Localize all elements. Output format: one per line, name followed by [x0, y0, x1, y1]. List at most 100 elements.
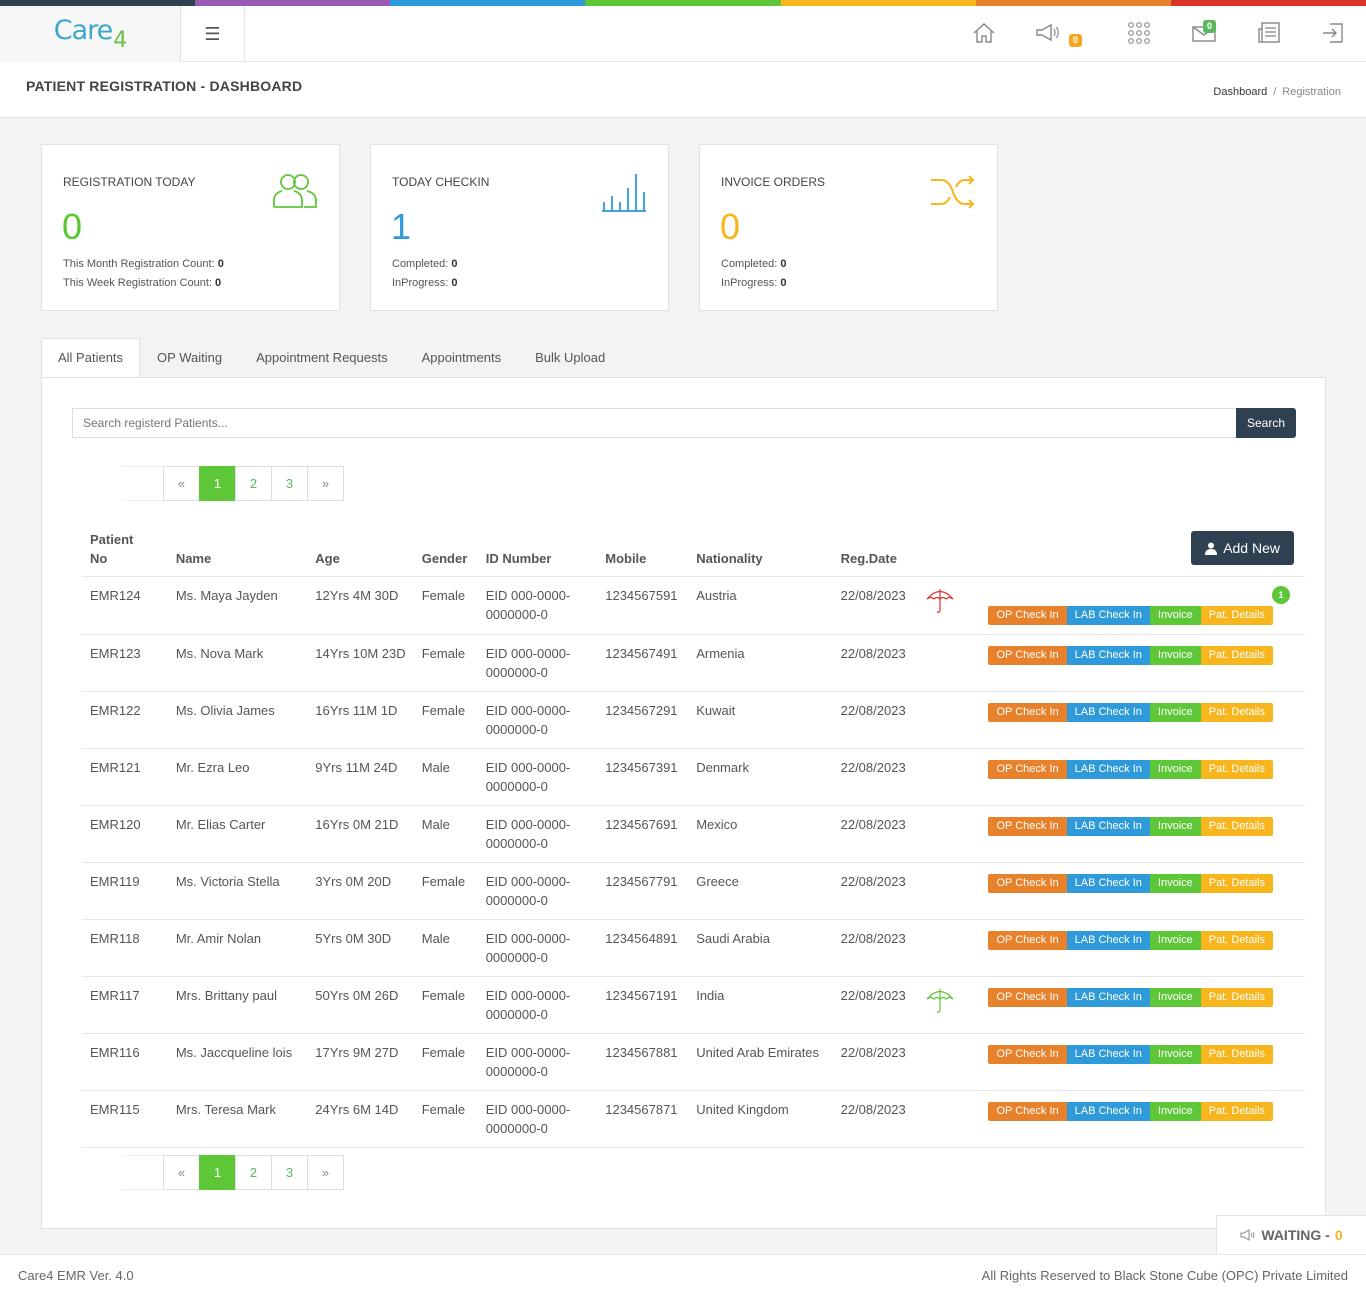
pagination-page-2[interactable]: 2: [235, 466, 272, 501]
lab-check-in-button[interactable]: LAB Check In: [1066, 760, 1150, 779]
op-check-in-button[interactable]: OP Check In: [988, 931, 1067, 950]
invoice-button[interactable]: Invoice: [1149, 1102, 1201, 1121]
patient-details-button[interactable]: Pat. Details: [1200, 874, 1273, 893]
op-check-in-button[interactable]: OP Check In: [988, 760, 1067, 779]
announcements-badge: 0: [1069, 34, 1083, 47]
invoice-button[interactable]: Invoice: [1149, 931, 1201, 950]
cell-insurance: [916, 691, 981, 749]
invoice-button[interactable]: Invoice: [1149, 760, 1201, 779]
lab-check-in-button[interactable]: LAB Check In: [1066, 606, 1150, 625]
cell-reg-date: 22/08/2023: [832, 748, 917, 806]
invoice-button[interactable]: Invoice: [1149, 988, 1201, 1007]
search-input[interactable]: [72, 408, 1236, 438]
search-button[interactable]: Search: [1236, 408, 1296, 438]
apps-grid-icon[interactable]: [1126, 20, 1152, 46]
invoice-button[interactable]: Invoice: [1149, 703, 1201, 722]
cell-gender: Female: [413, 634, 478, 692]
lab-check-in-button[interactable]: LAB Check In: [1066, 817, 1150, 836]
logo[interactable]: Care4: [0, 6, 181, 62]
col-mobile: Mobile: [597, 530, 689, 577]
cell-gender: Female: [413, 1090, 478, 1148]
waiting-count: 0: [1334, 1227, 1343, 1243]
cell-reg-date: 22/08/2023: [832, 634, 917, 692]
cell-actions: OP Check In LAB Check In Invoice Pat. De…: [980, 862, 1305, 920]
patient-details-button[interactable]: Pat. Details: [1200, 646, 1273, 665]
cell-id-number: EID 000-0000- 0000000-0: [477, 862, 598, 920]
pagination-page-2[interactable]: 2: [235, 1155, 272, 1190]
hamburger-icon[interactable]: ☰: [181, 6, 245, 62]
lab-check-in-button[interactable]: LAB Check In: [1066, 931, 1150, 950]
pagination-page-3[interactable]: 3: [271, 466, 308, 501]
op-check-in-button[interactable]: OP Check In: [988, 817, 1067, 836]
cell-nationality: India: [688, 976, 833, 1034]
tab-op-waiting[interactable]: OP Waiting: [140, 338, 239, 378]
news-icon[interactable]: [1256, 20, 1282, 46]
insurance-umbrella-icon[interactable]: [925, 986, 955, 1014]
pagination-page-1[interactable]: 1: [199, 1155, 236, 1190]
tab-appointment-requests[interactable]: Appointment Requests: [239, 338, 405, 378]
pagination-page-3[interactable]: 3: [271, 1155, 308, 1190]
lab-check-in-button[interactable]: LAB Check In: [1066, 646, 1150, 665]
table-row: EMR115 Mrs. Teresa Mark 24Yrs 6M 14D Fem…: [82, 1090, 1305, 1148]
cell-id-number: EID 000-0000- 0000000-0: [477, 976, 598, 1034]
cell-id-number: EID 000-0000- 0000000-0: [477, 1033, 598, 1091]
invoice-button[interactable]: Invoice: [1149, 646, 1201, 665]
patient-details-button[interactable]: Pat. Details: [1200, 988, 1273, 1007]
invoice-button[interactable]: Invoice: [1149, 874, 1201, 893]
pagination-next[interactable]: »: [307, 466, 344, 501]
cell-nationality: Saudi Arabia: [688, 919, 833, 977]
pagination-prev[interactable]: «: [163, 1155, 200, 1190]
tab-bulk-upload[interactable]: Bulk Upload: [518, 338, 622, 378]
cell-insurance: [916, 1090, 981, 1148]
patient-details-button[interactable]: Pat. Details: [1200, 760, 1273, 779]
op-check-in-button[interactable]: OP Check In: [988, 606, 1067, 625]
pagination-next[interactable]: »: [307, 1155, 344, 1190]
breadcrumb-dashboard[interactable]: Dashboard: [1213, 86, 1267, 98]
logout-icon[interactable]: [1320, 20, 1346, 46]
home-icon[interactable]: [971, 20, 997, 46]
cell-mobile: 1234567491: [597, 634, 689, 692]
patient-details-button[interactable]: Pat. Details: [1200, 606, 1273, 625]
invoice-button[interactable]: Invoice: [1149, 1045, 1201, 1064]
cell-age: 16Yrs 0M 21D: [307, 805, 414, 863]
table-row: EMR121 Mr. Ezra Leo 9Yrs 11M 24D Male EI…: [82, 748, 1305, 806]
op-check-in-button[interactable]: OP Check In: [988, 703, 1067, 722]
patient-details-button[interactable]: Pat. Details: [1200, 817, 1273, 836]
cell-id-number: EID 000-0000- 0000000-0: [477, 691, 598, 749]
lab-check-in-button[interactable]: LAB Check In: [1066, 1102, 1150, 1121]
cell-id-number: EID 000-0000- 0000000-0: [477, 1090, 598, 1148]
patient-details-button[interactable]: Pat. Details: [1200, 1045, 1273, 1064]
waiting-widget[interactable]: WAITING - 0: [1216, 1215, 1366, 1255]
cell-nationality: United Arab Emirates: [688, 1033, 833, 1091]
op-check-in-button[interactable]: OP Check In: [988, 1102, 1067, 1121]
cell-age: 5Yrs 0M 30D: [307, 919, 414, 977]
cell-name: Mrs. Teresa Mark: [167, 1090, 308, 1148]
op-check-in-button[interactable]: OP Check In: [988, 874, 1067, 893]
insurance-umbrella-icon[interactable]: [925, 586, 955, 614]
cell-actions: 1 OP Check In LAB Check In Invoice Pat. …: [980, 576, 1305, 635]
pagination-page-1[interactable]: 1: [199, 466, 236, 501]
op-check-in-button[interactable]: OP Check In: [988, 646, 1067, 665]
lab-check-in-button[interactable]: LAB Check In: [1066, 703, 1150, 722]
table-row: EMR122 Ms. Olivia James 16Yrs 11M 1D Fem…: [82, 691, 1305, 749]
patient-details-button[interactable]: Pat. Details: [1200, 931, 1273, 950]
cell-age: 16Yrs 11M 1D: [307, 691, 414, 749]
lab-check-in-button[interactable]: LAB Check In: [1066, 874, 1150, 893]
lab-check-in-button[interactable]: LAB Check In: [1066, 988, 1150, 1007]
megaphone-icon[interactable]: [1035, 20, 1061, 46]
op-check-in-button[interactable]: OP Check In: [988, 1045, 1067, 1064]
op-check-in-button[interactable]: OP Check In: [988, 988, 1067, 1007]
pagination-top: « 1 2 3 »: [122, 466, 344, 501]
invoice-button[interactable]: Invoice: [1149, 817, 1201, 836]
lab-check-in-button[interactable]: LAB Check In: [1066, 1045, 1150, 1064]
notification-badge[interactable]: 1: [1272, 586, 1290, 604]
cell-insurance: [916, 976, 981, 1034]
patient-details-button[interactable]: Pat. Details: [1200, 1102, 1273, 1121]
tab-all-patients[interactable]: All Patients: [41, 338, 141, 378]
tab-appointments[interactable]: Appointments: [405, 338, 519, 378]
card-line-value: 0: [215, 277, 222, 289]
patient-details-button[interactable]: Pat. Details: [1200, 703, 1273, 722]
invoice-button[interactable]: Invoice: [1149, 606, 1201, 625]
pagination-prev[interactable]: «: [163, 466, 200, 501]
table-row: EMR119 Ms. Victoria Stella 3Yrs 0M 20D F…: [82, 862, 1305, 920]
